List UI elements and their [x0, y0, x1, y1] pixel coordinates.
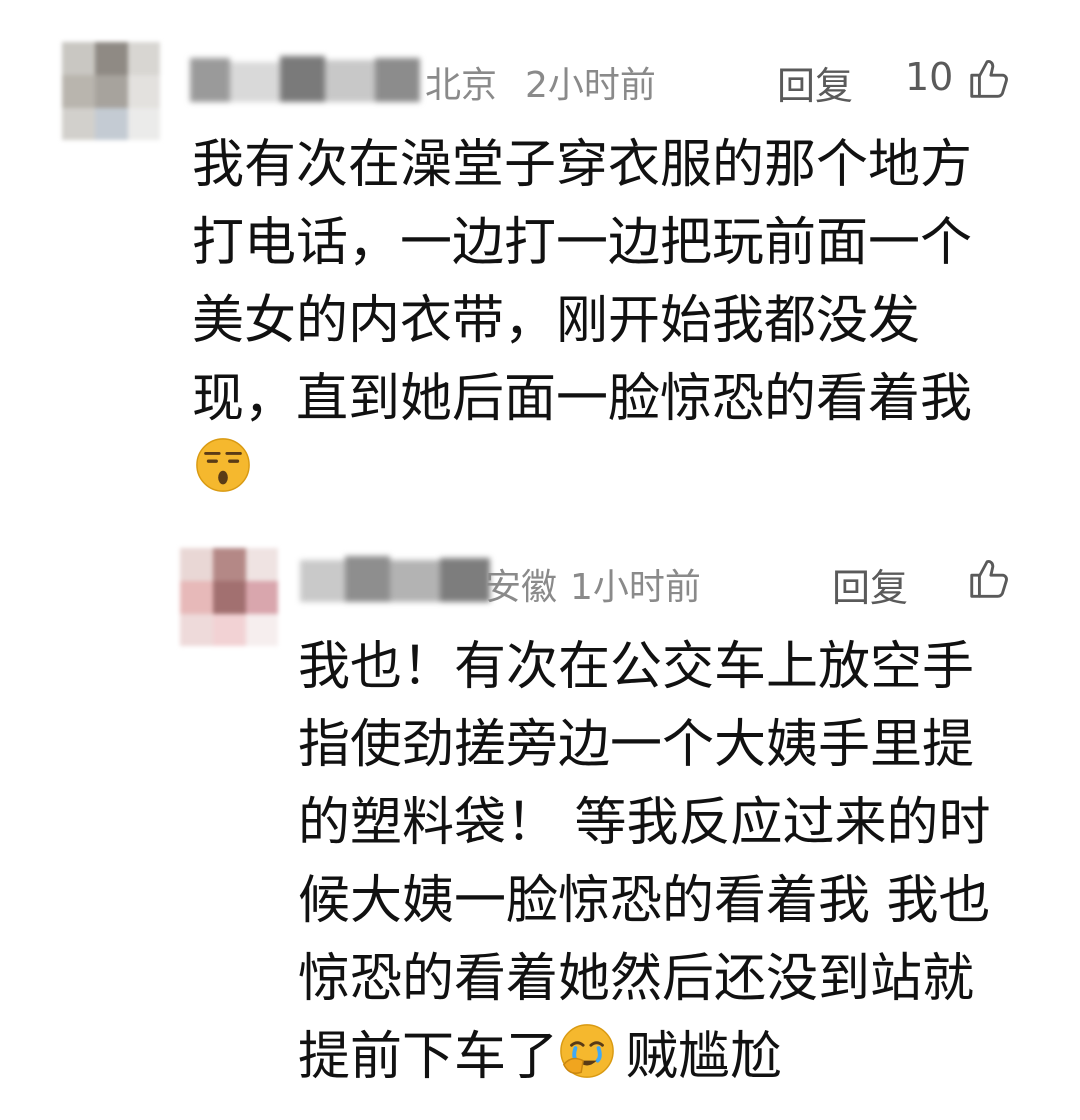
comment-location: 北京 [425, 65, 498, 106]
comment-line: 美女的内衣带，刚开始我都没发 [192, 291, 921, 351]
facepalm-crying-emoji [560, 1024, 614, 1078]
comment-line: 我有次在澡堂子穿衣服的那个地方 [192, 135, 973, 195]
comment-line: 候大姨一脸惊恐的看着我 我也 [298, 871, 991, 931]
comment-line: 的塑料袋！ 等我反应过来的时 [298, 793, 991, 853]
comment-line: 现，直到她后面一脸惊恐的看着我 [192, 369, 973, 429]
comment-line: 我也！有次在公交车上放空手 [298, 637, 975, 697]
reply-body: 我也！有次在公交车上放空手 指使劲搓旁边一个大姨手里提 的塑料袋！ 等我反应过来… [298, 628, 1038, 1096]
like-count: 10 [905, 55, 954, 99]
username-blurred[interactable] [300, 550, 490, 610]
comment-location: 安徽 [485, 567, 558, 608]
comment-time: 1小时前 [570, 567, 701, 608]
username-blurred[interactable] [190, 50, 420, 110]
comment-text-fragment: 提前下车了 [298, 1027, 559, 1087]
thumbs-up-icon[interactable] [966, 556, 1012, 602]
comment-line: 打电话，一边打一边把玩前面一个 [192, 213, 973, 273]
thumbs-up-icon[interactable] [966, 56, 1012, 102]
comment-line: 指使劲搓旁边一个大姨手里提 [298, 715, 975, 775]
avatar[interactable] [180, 548, 278, 646]
comment-text-fragment: 贼尴尬 [626, 1027, 783, 1087]
comment-line-last: 提前下车了 贼尴尬 [298, 1018, 1038, 1096]
comment-time: 2小时前 [525, 65, 656, 106]
comment-line: 惊恐的看着她然后还没到站就 [298, 949, 975, 1009]
avatar[interactable] [62, 42, 160, 140]
reply-button[interactable]: 回复 [832, 557, 908, 612]
comment-body: 我有次在澡堂子穿衣服的那个地方 打电话，一边打一边把玩前面一个 美女的内衣带，刚… [192, 126, 1022, 438]
shocked-face-emoji [196, 438, 250, 492]
reply-button[interactable]: 回复 [777, 55, 853, 110]
